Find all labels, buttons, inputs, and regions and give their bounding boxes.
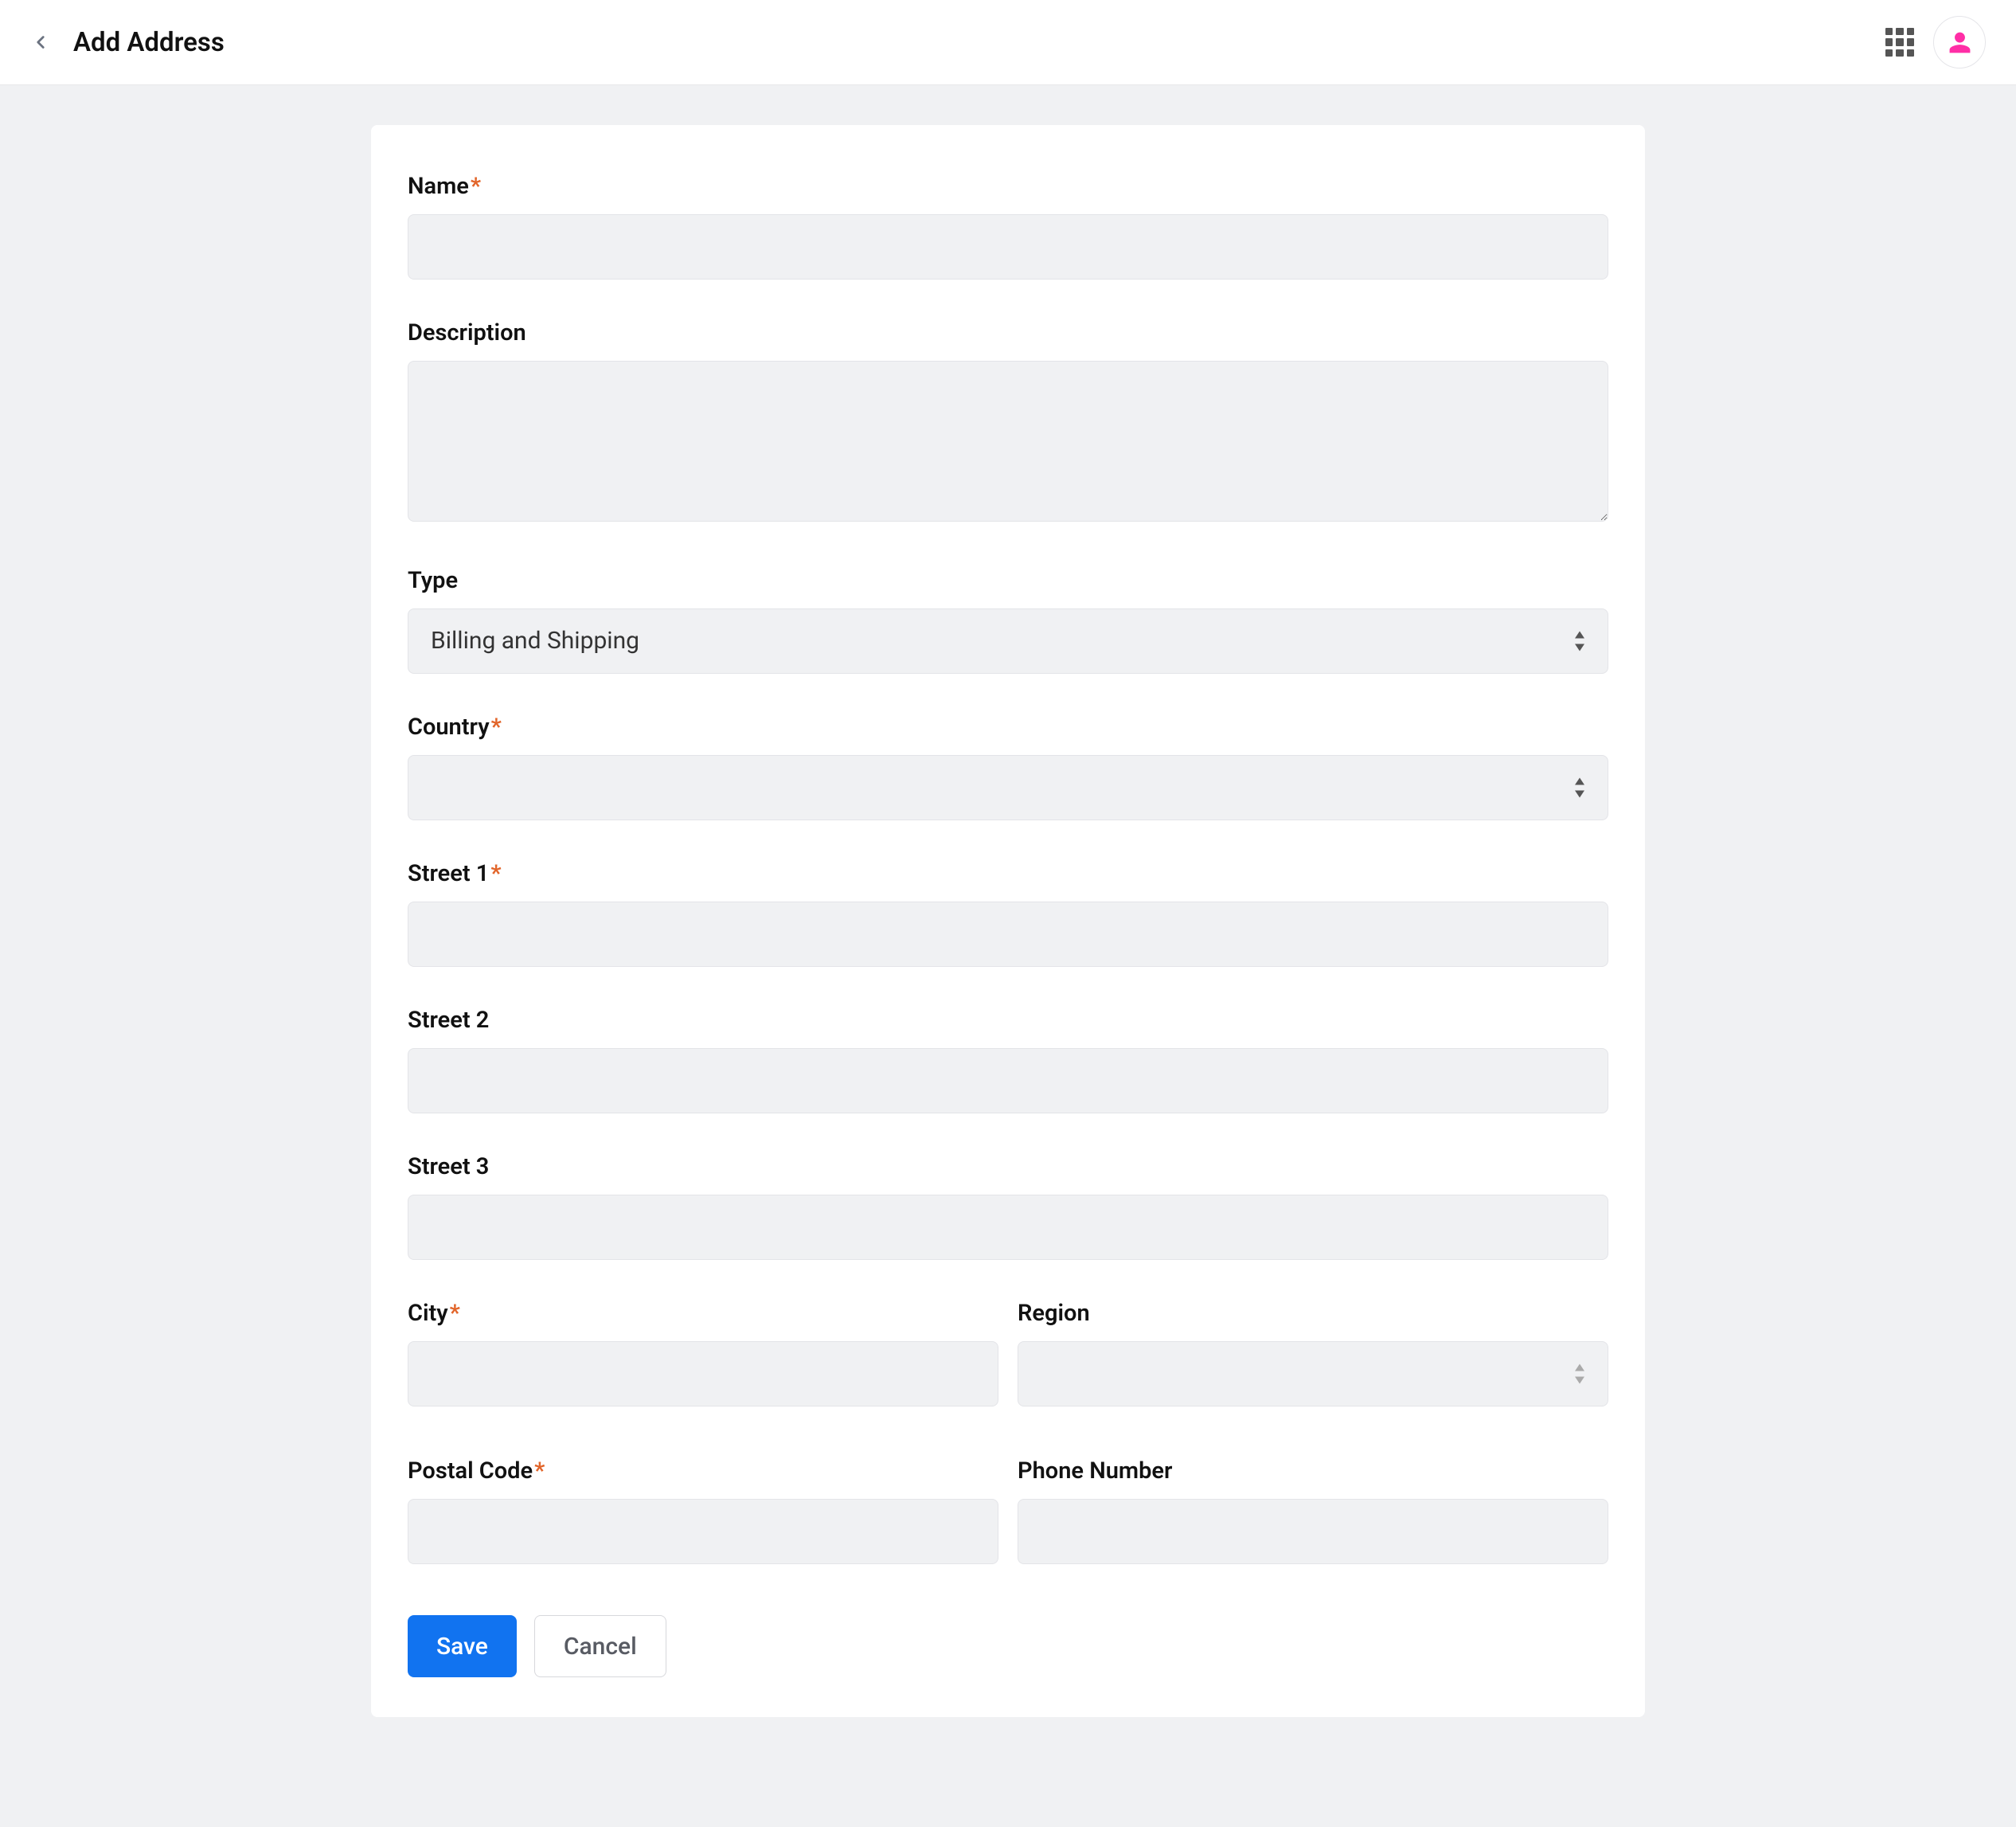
phone-input[interactable]	[1018, 1499, 1608, 1564]
required-marker: *	[450, 1300, 460, 1327]
topbar: Add Address	[0, 0, 2016, 85]
user-icon	[1948, 30, 1972, 55]
form-card: Name* Description Type Billing and Shipp…	[371, 125, 1645, 1717]
apps-grid-icon	[1885, 28, 1893, 35]
street2-input[interactable]	[408, 1048, 1608, 1113]
row-postal-phone: Postal Code* Phone Number	[408, 1457, 1608, 1564]
chevron-left-icon	[30, 29, 51, 55]
content: Name* Description Type Billing and Shipp…	[0, 85, 2016, 1757]
row-city-region: City* Region	[408, 1300, 1608, 1406]
street1-label: Street 1*	[408, 860, 1608, 887]
cancel-button[interactable]: Cancel	[534, 1615, 666, 1677]
save-button[interactable]: Save	[408, 1615, 517, 1677]
region-label: Region	[1018, 1300, 1608, 1327]
back-button[interactable]	[30, 32, 51, 53]
field-street3: Street 3	[408, 1153, 1608, 1260]
field-street1: Street 1*	[408, 860, 1608, 967]
topbar-right	[1885, 16, 1986, 68]
field-postal-code: Postal Code*	[408, 1457, 998, 1564]
apps-menu-button[interactable]	[1885, 28, 1914, 57]
description-input[interactable]	[408, 361, 1608, 522]
street2-label: Street 2	[408, 1007, 1608, 1034]
field-name: Name*	[408, 173, 1608, 280]
form-actions: Save Cancel	[408, 1615, 1608, 1677]
postal-code-input[interactable]	[408, 1499, 998, 1564]
field-phone: Phone Number	[1018, 1457, 1608, 1564]
type-label: Type	[408, 567, 1608, 594]
field-country: Country*	[408, 714, 1608, 820]
city-label: City*	[408, 1300, 998, 1327]
name-label: Name*	[408, 173, 1608, 200]
street3-input[interactable]	[408, 1195, 1608, 1260]
required-marker: *	[490, 860, 501, 887]
required-marker: *	[471, 173, 481, 200]
required-marker: *	[534, 1457, 545, 1485]
country-label: Country*	[408, 714, 1608, 741]
field-type: Type Billing and Shipping	[408, 567, 1608, 674]
field-region: Region	[1018, 1300, 1608, 1406]
field-city: City*	[408, 1300, 998, 1406]
topbar-left: Add Address	[30, 27, 225, 58]
description-label: Description	[408, 319, 1608, 346]
user-menu-button[interactable]	[1933, 16, 1986, 68]
name-input[interactable]	[408, 214, 1608, 280]
field-street2: Street 2	[408, 1007, 1608, 1113]
page-title: Add Address	[73, 27, 225, 58]
region-select[interactable]	[1018, 1341, 1608, 1406]
type-select[interactable]: Billing and Shipping	[408, 608, 1608, 674]
field-description: Description	[408, 319, 1608, 527]
country-select[interactable]	[408, 755, 1608, 820]
required-marker: *	[491, 714, 502, 741]
phone-label: Phone Number	[1018, 1457, 1608, 1485]
street1-input[interactable]	[408, 902, 1608, 967]
city-input[interactable]	[408, 1341, 998, 1406]
postal-code-label: Postal Code*	[408, 1457, 998, 1485]
street3-label: Street 3	[408, 1153, 1608, 1180]
